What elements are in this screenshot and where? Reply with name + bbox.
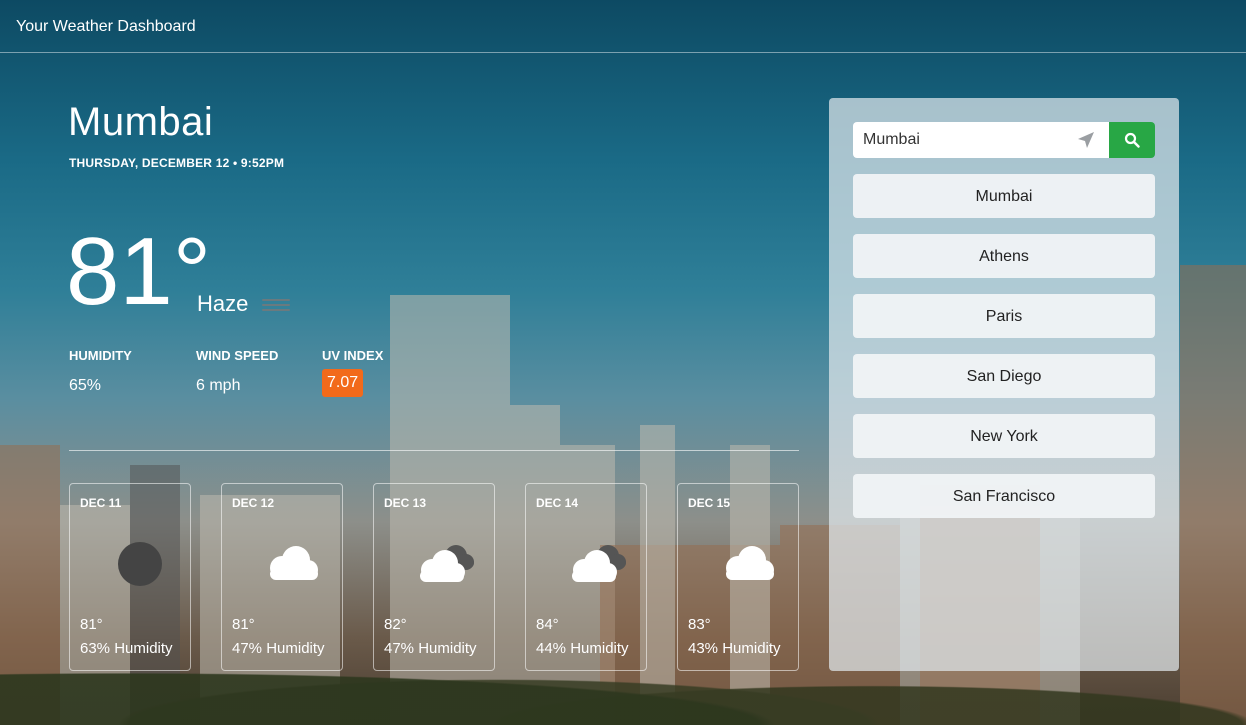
search-bar [853, 122, 1155, 158]
current-datetime: THURSDAY, DECEMBER 12 • 9:52PM [69, 156, 285, 170]
forecast-date: DEC 13 [384, 496, 427, 510]
cloud-icon [716, 538, 780, 586]
city-search-input[interactable] [853, 122, 1109, 158]
humidity-value: 65% [69, 377, 102, 394]
cloud-icon [260, 538, 324, 586]
uv-badge: 7.07 [322, 369, 364, 397]
forecast-date: DEC 15 [688, 496, 731, 510]
humidity-label: HUMIDITY [69, 348, 132, 363]
haze-icon [262, 296, 290, 318]
history-city-button[interactable]: San Diego [853, 354, 1155, 398]
forecast-card: DEC 13 82° 47% Humidity [373, 483, 495, 671]
clouds-icon [412, 538, 476, 586]
humidity-stat: HUMIDITY 65% [69, 348, 132, 395]
history-city-button[interactable]: San Francisco [853, 474, 1155, 518]
forecast-humidity: 47% Humidity [384, 640, 477, 657]
wind-stat: WIND SPEED 6 mph [196, 348, 278, 395]
moon-icon [108, 538, 172, 586]
wind-value: 6 mph [196, 377, 241, 394]
current-city-name: Mumbai [68, 100, 214, 144]
search-panel: Mumbai Athens Paris San Diego New York S… [829, 98, 1179, 671]
forecast-temp: 82° [384, 616, 407, 633]
forecast-date: DEC 12 [232, 496, 275, 510]
location-arrow-icon[interactable] [1077, 131, 1095, 149]
history-city-button[interactable]: Mumbai [853, 174, 1155, 218]
top-navbar: Your Weather Dashboard [0, 0, 1246, 53]
clouds-icon [564, 538, 628, 586]
uv-stat: UV INDEX 7.07 [322, 348, 383, 397]
forecast-humidity: 43% Humidity [688, 640, 781, 657]
uv-label: UV INDEX [322, 348, 384, 363]
forecast-card: DEC 15 83° 43% Humidity [677, 483, 799, 671]
forecast-card: DEC 11 81° 63% Humidity [69, 483, 191, 671]
history-city-button[interactable]: Paris [853, 294, 1155, 338]
search-button[interactable] [1109, 122, 1155, 158]
forecast-humidity: 63% Humidity [80, 640, 173, 657]
wind-label: WIND SPEED [196, 348, 279, 363]
forecast-temp: 83° [688, 616, 711, 633]
forecast-date: DEC 11 [80, 496, 122, 510]
history-city-button[interactable]: New York [853, 414, 1155, 458]
forecast-temp: 84° [536, 616, 559, 633]
forecast-humidity: 44% Humidity [536, 640, 629, 657]
current-temperature: 81° [66, 218, 212, 325]
current-condition: Haze [197, 291, 249, 316]
section-divider [69, 450, 799, 451]
app-title[interactable]: Your Weather Dashboard [16, 18, 196, 36]
history-city-button[interactable]: Athens [853, 234, 1155, 278]
forecast-temp: 81° [80, 616, 103, 633]
forecast-card: DEC 14 84° 44% Humidity [525, 483, 647, 671]
forecast-card: DEC 12 81° 47% Humidity [221, 483, 343, 671]
forecast-date: DEC 14 [536, 496, 579, 510]
forecast-humidity: 47% Humidity [232, 640, 325, 657]
forecast-temp: 81° [232, 616, 255, 633]
